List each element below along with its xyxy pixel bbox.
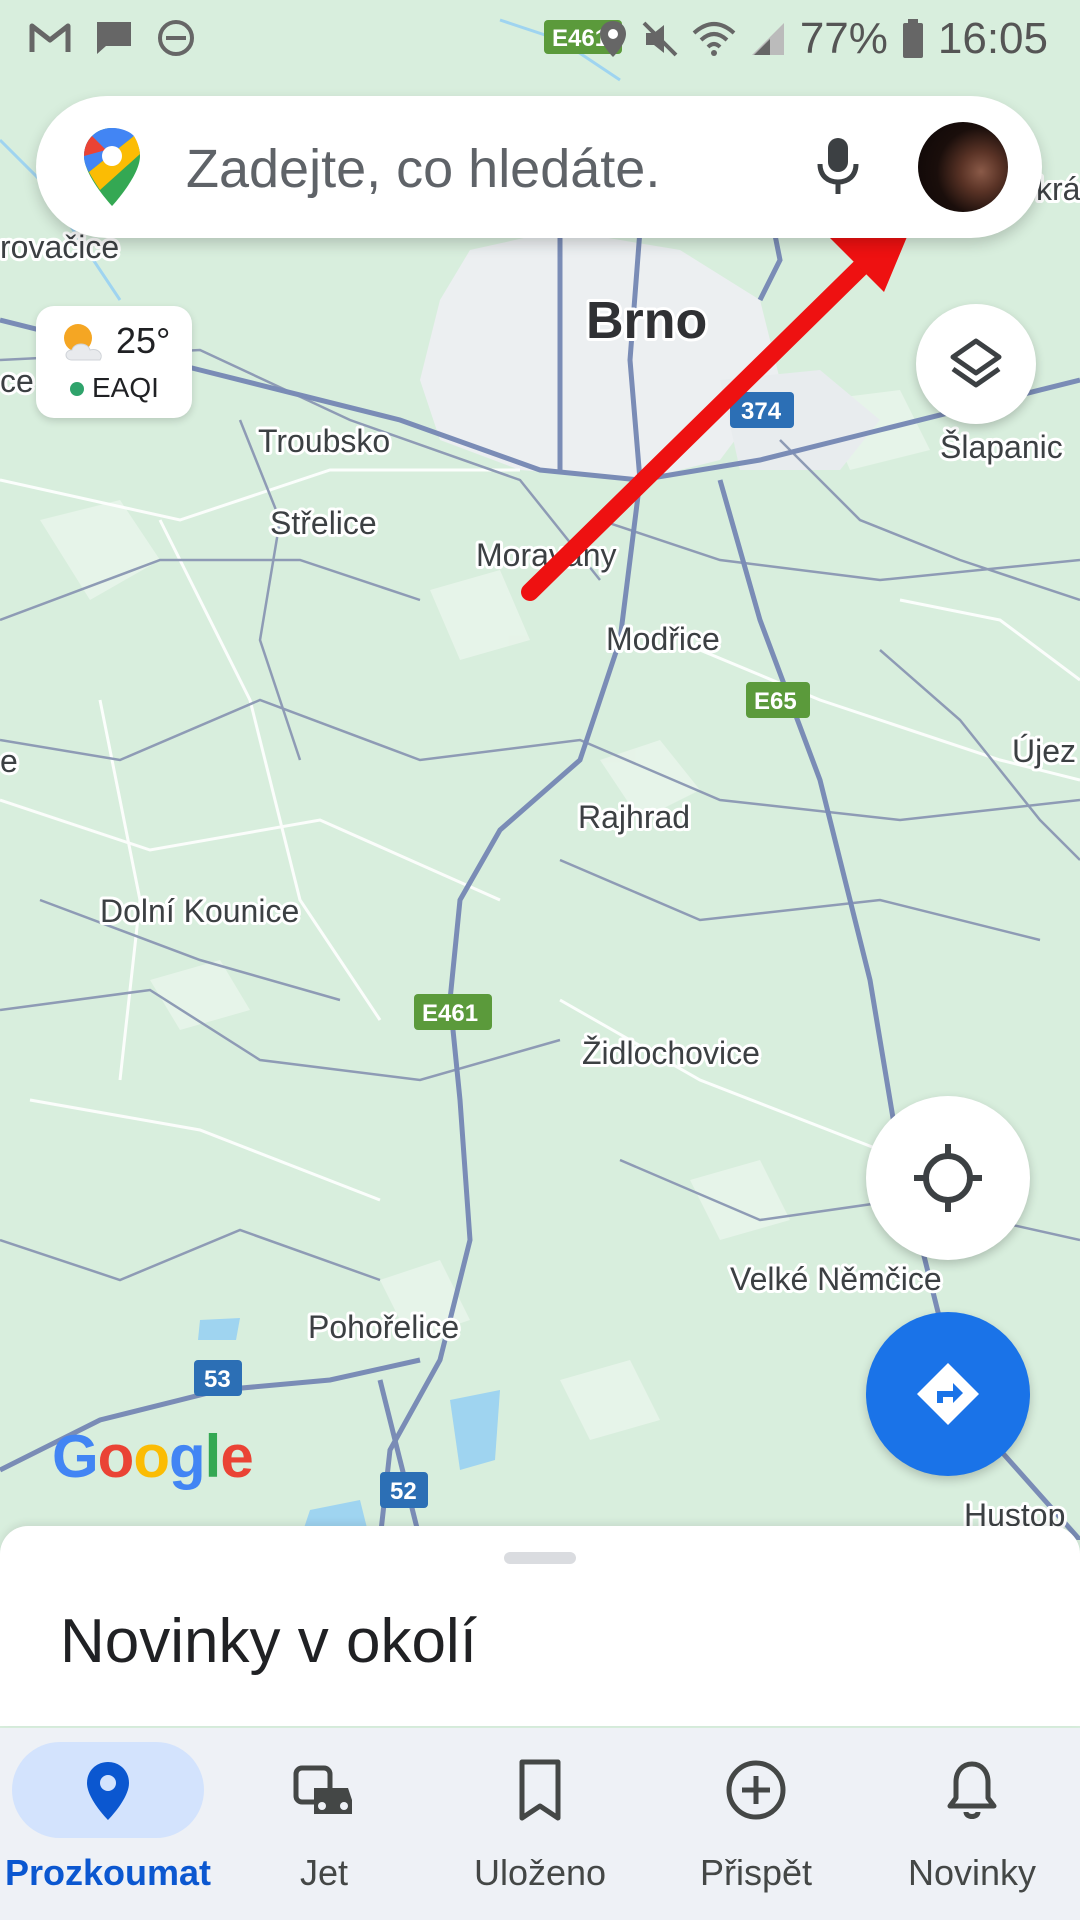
layers-icon (950, 338, 1002, 388)
road-shield: E461 (414, 994, 492, 1030)
nav-item-contribute[interactable]: Přispět (648, 1728, 864, 1920)
partly-cloudy-icon (64, 324, 102, 361)
microphone-icon[interactable] (816, 136, 860, 198)
place-label: krá- (1036, 171, 1080, 207)
search-bar[interactable]: Zadejte, co hledáte. (36, 96, 1042, 238)
directions-button[interactable] (866, 1312, 1030, 1476)
mute-icon (642, 21, 678, 57)
explore-bottom-sheet[interactable]: Novinky v okolí (0, 1526, 1080, 1726)
clock: 16:05 (937, 14, 1048, 63)
svg-text:52: 52 (390, 1478, 417, 1505)
message-icon (97, 22, 131, 54)
svg-text:E65: E65 (754, 688, 797, 715)
place-label: Rajhrad (578, 799, 690, 835)
place-label: Újez (1012, 733, 1076, 769)
place-label: Židlochovice (582, 1035, 760, 1071)
place-label: Velké Němčice (730, 1261, 942, 1297)
sheet-title: Novinky v okolí (60, 1607, 477, 1676)
layers-button[interactable] (916, 304, 1036, 424)
nav-item-go[interactable]: Jet (216, 1728, 432, 1920)
place-label: ce (0, 363, 34, 399)
road-shield: E65 (746, 682, 810, 718)
sheet-drag-handle[interactable] (504, 1552, 576, 1564)
nav-label: Jet (299, 1852, 349, 1893)
air-quality-label: EAQI (92, 372, 159, 403)
commute-icon (293, 1765, 352, 1814)
nav-label: Uloženo (473, 1852, 607, 1893)
gmail-icon (29, 23, 71, 52)
nav-label: Prozkoumat (4, 1852, 212, 1893)
google-maps-logo-icon (84, 128, 140, 206)
bell-icon (947, 1761, 997, 1819)
crosshair-icon (914, 1144, 982, 1212)
nav-item-saved[interactable]: Uloženo (432, 1728, 648, 1920)
google-attribution-logo: Google (52, 1423, 254, 1490)
place-label: Šlapanic (940, 429, 1063, 465)
svg-text:E461: E461 (422, 1000, 478, 1027)
location-icon (599, 21, 626, 57)
place-label: e (0, 743, 18, 779)
bookmark-icon (519, 1759, 561, 1821)
place-label: Brno (586, 292, 707, 350)
place-label: Troubsko (258, 423, 390, 459)
place-label: Pohořelice (308, 1309, 459, 1345)
do-not-disturb-icon (158, 20, 194, 56)
svg-text:53: 53 (204, 1366, 231, 1393)
signal-icon (751, 23, 784, 55)
battery-icon (902, 19, 923, 58)
weather-chip[interactable]: 25° EAQI (36, 306, 192, 418)
search-input[interactable]: Zadejte, co hledáte. (186, 138, 660, 200)
air-quality-dot (70, 382, 84, 396)
place-label: Modřice (606, 621, 720, 657)
battery-percent: 77% (799, 14, 888, 63)
weather-temperature: 25° (116, 320, 171, 361)
nav-item-updates[interactable]: Novinky (864, 1728, 1080, 1920)
bottom-navigation: Prozkoumat Jet Uloženo Přispět Novinky (0, 1728, 1080, 1920)
svg-text:374: 374 (741, 398, 782, 425)
place-label: Střelice (270, 505, 377, 541)
nav-label: Přispět (699, 1852, 813, 1893)
wifi-icon (692, 22, 736, 56)
nav-label: Novinky (907, 1852, 1037, 1893)
location-pin-icon (87, 1762, 129, 1820)
add-circle-icon (726, 1760, 786, 1820)
place-label: Dolní Kounice (100, 893, 299, 929)
road-shield: 52 (380, 1472, 428, 1508)
my-location-button[interactable] (866, 1096, 1030, 1260)
nav-item-explore[interactable]: Prozkoumat (0, 1728, 216, 1920)
directions-icon (917, 1363, 979, 1425)
road-shield: 53 (194, 1360, 242, 1396)
account-avatar[interactable] (918, 122, 1008, 212)
status-bar: 77% 16:05 (0, 0, 1080, 80)
